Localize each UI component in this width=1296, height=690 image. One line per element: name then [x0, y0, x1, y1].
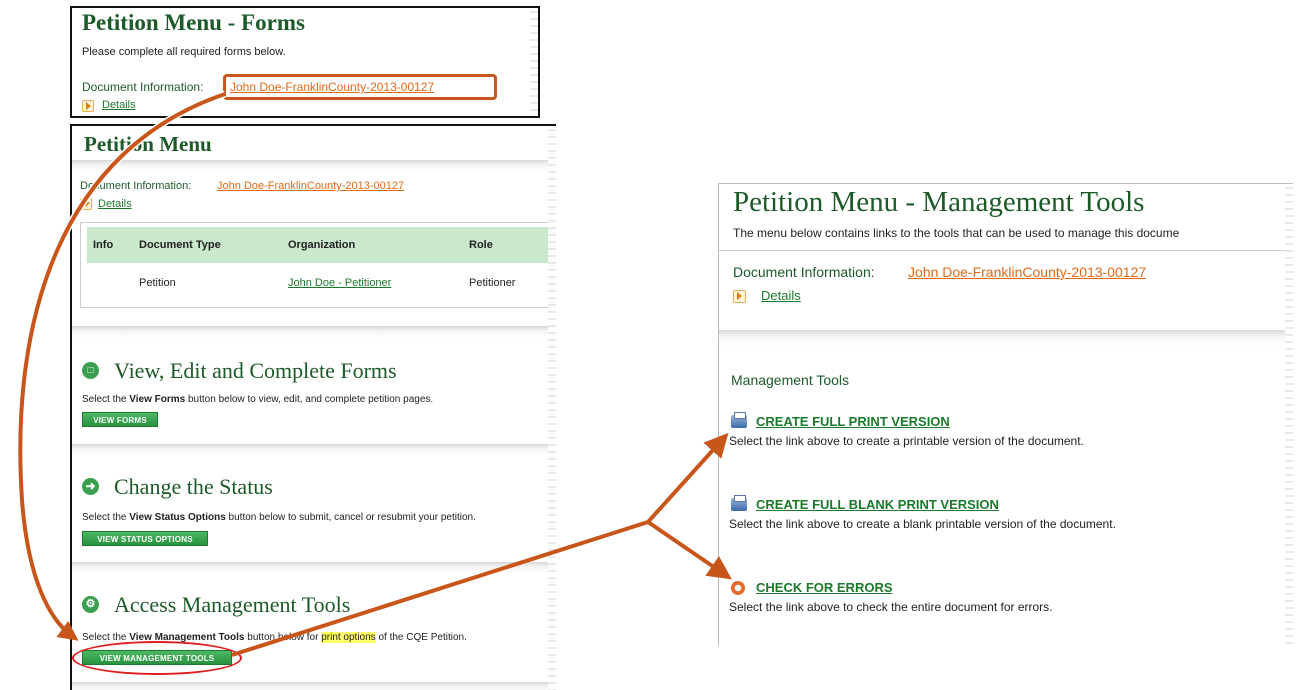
document-info-label: Document Information: — [733, 264, 875, 280]
printer-icon — [731, 495, 747, 511]
table-header-row: Info Document Type Organization Role — [87, 227, 556, 263]
cell-organization-link[interactable]: John Doe - Petitioner — [288, 277, 391, 289]
section-title-change-status: Change the Status — [114, 474, 273, 499]
details-link[interactable]: Details — [102, 99, 136, 111]
separator — [719, 330, 1293, 346]
print-options-highlight: print options — [321, 632, 376, 643]
torn-edge — [1285, 184, 1293, 646]
petition-menu-panel: Petition Menu Document Information: John… — [70, 124, 556, 690]
section-description-view-forms: Select the View Forms button below to vi… — [82, 394, 434, 405]
check-for-errors-link[interactable]: CHECK FOR ERRORS — [756, 580, 893, 595]
column-header-role: Role — [469, 239, 493, 251]
subtitle-divider — [719, 250, 1293, 251]
section-description-change-status: Select the View Status Options button be… — [82, 512, 476, 523]
separator — [72, 562, 556, 574]
document-info-label: Document Information: — [80, 180, 192, 192]
print-version-arrow — [646, 432, 729, 524]
collapse-arrow-icon[interactable] — [80, 198, 92, 210]
error-check-icon — [731, 581, 745, 595]
details-link[interactable]: Details — [98, 198, 132, 210]
section-title-view-forms: View, Edit and Complete Forms — [114, 358, 397, 383]
document-info-link[interactable]: John Doe-FranklinCounty-2013-00127 — [908, 264, 1146, 280]
document-info-label: Document Information: — [82, 80, 204, 94]
tool-description: Select the link above to create a printa… — [729, 434, 1084, 448]
printer-icon — [731, 412, 747, 428]
tool-description: Select the link above to create a blank … — [729, 517, 1116, 531]
page-title: Petition Menu - Forms — [82, 10, 305, 35]
button-highlight-ellipse — [72, 641, 242, 675]
cell-document-type: Petition — [139, 277, 176, 289]
arrow-right-icon: ➜ — [82, 478, 99, 495]
page-subtitle: The menu below contains links to the too… — [733, 226, 1180, 240]
forms-panel: Petition Menu - Forms Please complete al… — [70, 6, 540, 118]
expand-arrow-icon[interactable] — [733, 290, 746, 303]
view-forms-button[interactable]: VIEW FORMS — [82, 412, 158, 427]
column-header-organization: Organization — [288, 239, 356, 251]
page-title: Petition Menu — [84, 132, 212, 156]
create-full-blank-print-version-link[interactable]: CREATE FULL BLANK PRINT VERSION — [756, 497, 999, 512]
document-icon: □ — [82, 362, 99, 379]
cell-role: Petitioner — [469, 277, 516, 289]
table-row: Petition John Doe - Petitioner Petitione… — [87, 267, 556, 297]
check-errors-arrow — [646, 520, 732, 580]
torn-edge — [530, 8, 538, 116]
separator — [72, 682, 556, 690]
document-info-link[interactable]: John Doe-FranklinCounty-2013-00127 — [217, 180, 404, 192]
wrench-icon: ⚙ — [82, 596, 99, 613]
separator — [72, 444, 556, 456]
details-link[interactable]: Details — [761, 288, 801, 303]
column-header-info: Info — [93, 239, 114, 251]
document-table: Info Document Type Organization Role Pet… — [80, 222, 556, 308]
management-tools-label: Management Tools — [731, 372, 850, 388]
page-subtitle: Please complete all required forms below… — [82, 46, 286, 58]
document-link-highlight-box — [223, 74, 497, 100]
section-title-management-tools: Access Management Tools — [114, 592, 351, 617]
separator — [72, 326, 556, 338]
torn-edge — [548, 126, 556, 690]
expand-arrow-icon[interactable] — [82, 100, 94, 112]
create-full-print-version-link[interactable]: CREATE FULL PRINT VERSION — [756, 414, 950, 429]
tool-description: Select the link above to check the entir… — [729, 600, 1053, 614]
view-status-options-button[interactable]: VIEW STATUS OPTIONS — [82, 531, 208, 546]
management-tools-panel: Petition Menu - Management Tools The men… — [718, 183, 1293, 646]
separator — [72, 160, 556, 172]
column-header-document-type: Document Type — [139, 239, 221, 251]
page-title: Petition Menu - Management Tools — [733, 186, 1145, 218]
